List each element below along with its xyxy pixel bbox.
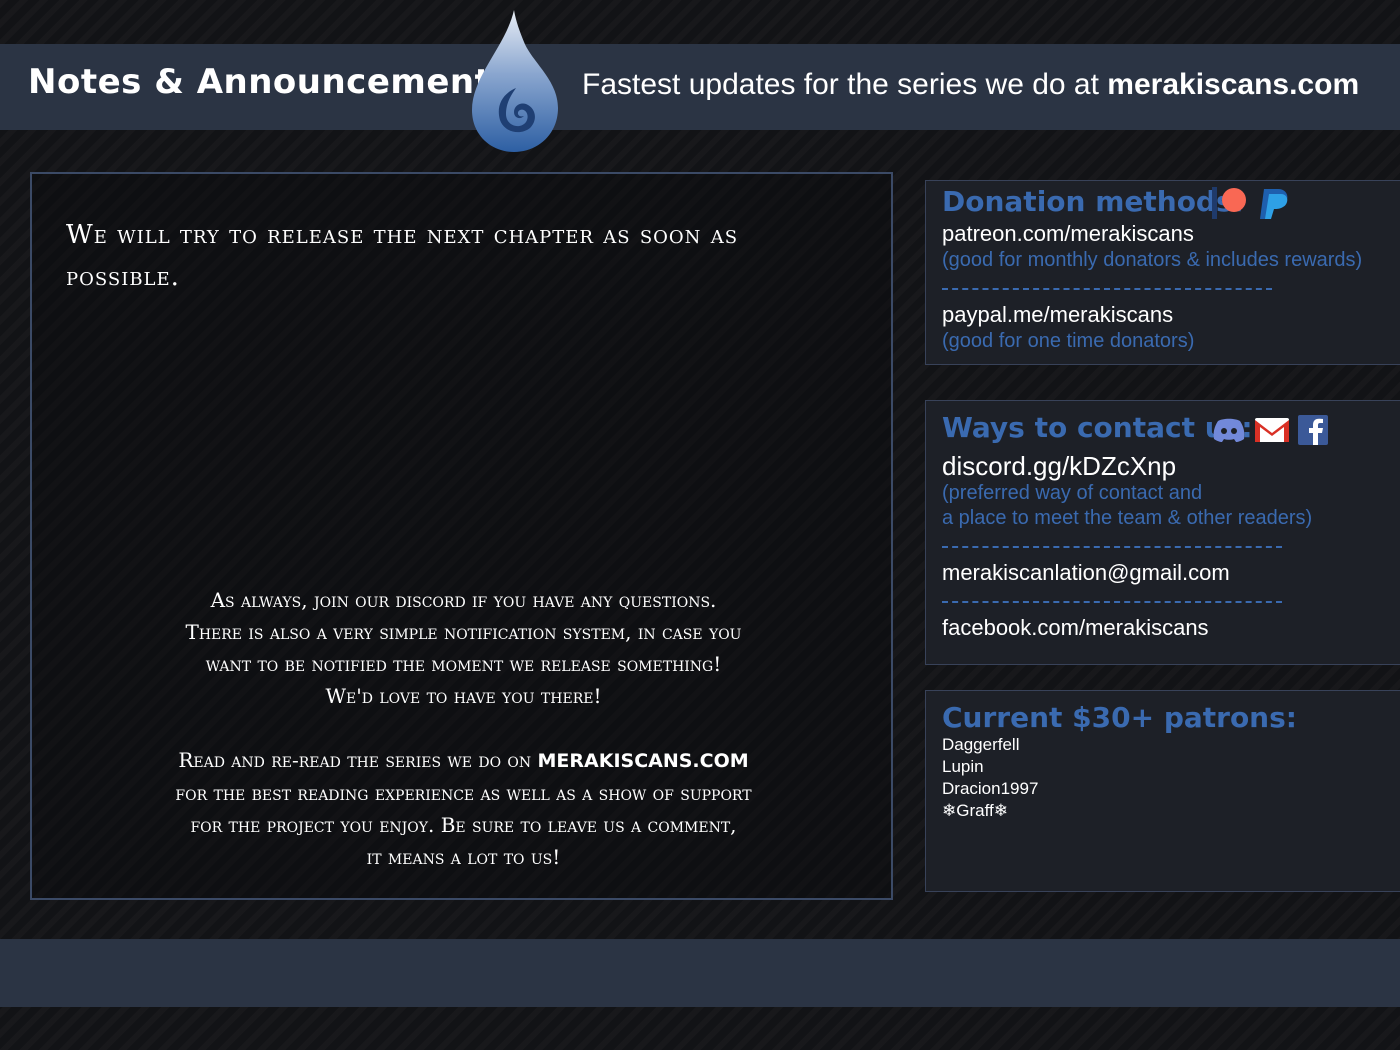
header-tagline: Fastest updates for the series we do at … [582, 68, 1359, 102]
patrons-heading: Current $30+ patrons: [942, 701, 1297, 734]
patron-name: Dracion1997 [942, 779, 1039, 798]
notes-paragraph-discord: As always, join our discord if you have … [32, 584, 895, 712]
discord-link[interactable]: discord.gg/kDZcXnp [942, 451, 1176, 482]
contact-heading: Ways to contact us: [942, 411, 1253, 444]
email-link[interactable]: merakiscanlation@gmail.com [942, 560, 1230, 586]
notes-line-text: Read and re-read the series we do on [178, 748, 532, 772]
patreon-note: (good for monthly donators & includes re… [942, 249, 1363, 271]
notes-line: Read and re-read the series we do on MER… [32, 744, 895, 777]
patron-name: Daggerfell [942, 735, 1020, 754]
notes-panel: We will try to release the next chapter … [30, 172, 893, 900]
patron-name: Lupin [942, 757, 984, 776]
notes-line: for the best reading experience as well … [175, 781, 752, 805]
flame-logo-icon [472, 10, 558, 152]
notes-line: There is also a very simple notification… [185, 620, 742, 644]
discord-note-line1: (preferred way of contact and [942, 482, 1203, 504]
patreon-icon[interactable] [1210, 185, 1248, 221]
paypal-note: (good for one time donators) [942, 330, 1195, 352]
notes-heading: We will try to release the next chapter … [66, 220, 739, 292]
patreon-link[interactable]: patreon.com/merakiscans [942, 221, 1194, 247]
patron-name: ❄Graff❄ [942, 801, 1008, 820]
contact-panel: Ways to contact us: discord.gg/kDZcXnp (… [925, 400, 1400, 665]
notes-line: it means a lot to us! [366, 845, 561, 869]
notes-line: We'd love to have you there! [325, 684, 602, 708]
notes-line: for the project you enjoy. Be sure to le… [190, 813, 737, 837]
donation-heading: Donation methods: [942, 185, 1244, 218]
paypal-icon[interactable] [1256, 185, 1292, 223]
facebook-icon[interactable] [1298, 415, 1328, 445]
discord-note-line2: a place to meet the team & other readers… [942, 507, 1313, 529]
notes-line: want to be notified the moment we releas… [205, 652, 722, 676]
divider [942, 288, 1272, 290]
notes-line: As always, join our discord if you have … [210, 588, 717, 612]
facebook-link[interactable]: facebook.com/merakiscans [942, 615, 1209, 641]
tagline-text: Fastest updates for the series we do at [582, 68, 1099, 101]
page-title: Notes & Announcements [28, 62, 513, 102]
notes-body: As always, join our discord if you have … [32, 584, 895, 905]
footer-band [0, 939, 1400, 1007]
tagline-site-link[interactable]: merakiscans.com [1107, 68, 1359, 101]
gmail-icon[interactable] [1254, 417, 1290, 443]
donation-panel: Donation methods: patreon.com/merakiscan… [925, 180, 1400, 365]
patrons-panel: Current $30+ patrons: Daggerfell Lupin D… [925, 690, 1400, 892]
divider [942, 546, 1282, 548]
discord-icon[interactable] [1212, 417, 1246, 443]
divider [942, 601, 1282, 603]
notes-paragraph-site: Read and re-read the series we do on MER… [32, 744, 895, 873]
paypal-link[interactable]: paypal.me/merakiscans [942, 302, 1173, 328]
notes-site-link[interactable]: MERAKISCANS.COM [538, 750, 749, 772]
